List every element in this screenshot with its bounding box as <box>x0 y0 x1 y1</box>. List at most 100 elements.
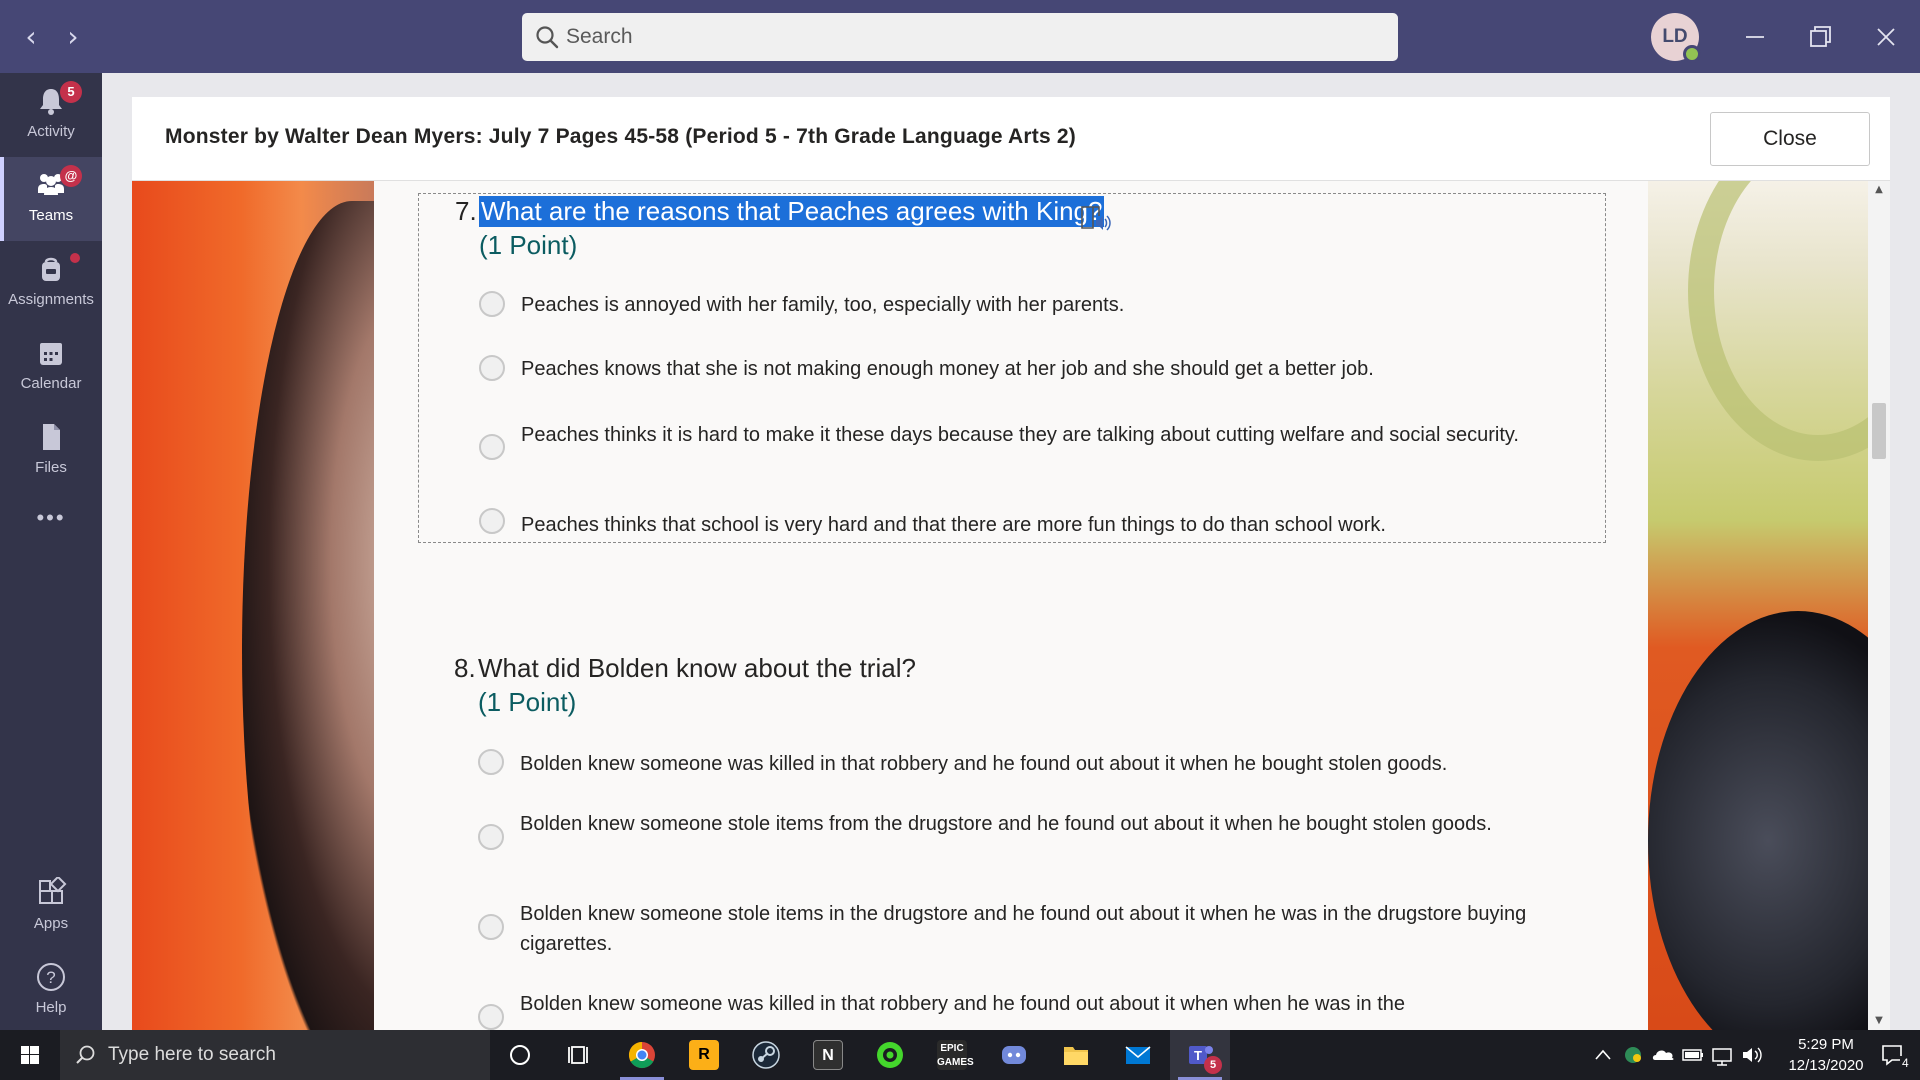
answer-option[interactable]: Bolden knew someone stole items in the d… <box>478 899 1558 959</box>
minimize-icon[interactable] <box>1735 18 1775 56</box>
answer-option[interactable]: Peaches thinks it is hard to make it the… <box>479 420 1559 480</box>
rockstar-app-icon[interactable]: R <box>674 1030 734 1080</box>
apps-icon <box>39 877 67 904</box>
taskbar-search[interactable] <box>60 1030 490 1080</box>
teams-taskbar-badge: 5 <box>1204 1056 1222 1074</box>
rockstar-icon: R <box>689 1040 719 1070</box>
background-art-left <box>132 181 462 1030</box>
scrollbar-thumb[interactable] <box>1872 403 1886 459</box>
answer-text: Peaches knows that she is not making eno… <box>521 358 1374 380</box>
teams-app-icon[interactable]: T 5 <box>1170 1030 1230 1080</box>
answer-text: Bolden knew someone stole items from the… <box>520 813 1492 835</box>
assignments-dot-icon <box>70 253 80 263</box>
rail-item-files[interactable]: Files <box>0 409 102 493</box>
security-icon[interactable] <box>1620 1030 1646 1080</box>
search-input[interactable] <box>566 17 1386 57</box>
answer-text: Bolden knew someone was killed in that r… <box>520 753 1448 775</box>
search-bar[interactable] <box>522 13 1398 61</box>
search-icon <box>536 26 559 49</box>
radio-button[interactable] <box>478 824 504 850</box>
search-icon <box>76 1045 95 1064</box>
back-arrow-icon[interactable]: ‹ <box>14 20 48 54</box>
steam-app-icon[interactable] <box>736 1030 796 1080</box>
scroll-down-icon[interactable]: ▼ <box>1868 1012 1890 1030</box>
restore-icon[interactable] <box>1800 18 1840 56</box>
epic-games-app-icon[interactable]: EPIC GAMES <box>922 1030 982 1080</box>
windows-start-icon[interactable] <box>0 1030 60 1080</box>
form-content[interactable]: 7. What are the reasons that Peaches agr… <box>132 181 1868 1030</box>
epic-games-icon: EPIC GAMES <box>937 1040 974 1070</box>
rail-item-activity[interactable]: 5 Activity <box>0 73 102 157</box>
mail-app-icon[interactable] <box>1108 1030 1168 1080</box>
radio-button[interactable] <box>479 355 505 381</box>
close-window-icon[interactable] <box>1866 18 1906 56</box>
immersive-reader-icon[interactable] <box>1079 202 1113 234</box>
rail-label-help: Help <box>35 999 67 1016</box>
notification-count: 4 <box>1900 1056 1911 1070</box>
scroll-up-icon[interactable]: ▲ <box>1868 181 1890 199</box>
avatar[interactable]: LD <box>1651 13 1701 63</box>
volume-icon[interactable] <box>1740 1030 1766 1080</box>
steam-icon <box>752 1041 780 1069</box>
more-icon: ••• <box>36 505 66 530</box>
razer-app-icon[interactable] <box>860 1030 920 1080</box>
background-art-ring <box>1688 181 1868 461</box>
help-icon: ? <box>37 963 65 991</box>
taskbar-search-input[interactable] <box>108 1040 478 1070</box>
answer-option[interactable]: Bolden knew someone was killed in that r… <box>478 989 1558 1030</box>
notion-app-icon[interactable]: N <box>798 1030 858 1080</box>
chrome-app-icon[interactable] <box>612 1030 672 1080</box>
forward-arrow-icon[interactable]: › <box>56 20 90 54</box>
radio-button[interactable] <box>478 1004 504 1030</box>
answer-text: Peaches thinks that school is very hard … <box>521 514 1386 536</box>
question-text[interactable]: What are the reasons that Peaches agrees… <box>479 196 1105 227</box>
rail-item-teams[interactable]: @ Teams <box>0 157 102 241</box>
radio-button[interactable] <box>478 914 504 940</box>
rail-label-assignments: Assignments <box>8 291 94 308</box>
system-clock[interactable]: 5:29 PM 12/13/2020 <box>1772 1034 1880 1076</box>
answer-option[interactable]: Bolden knew someone stole items from the… <box>478 809 1558 869</box>
answer-text: Peaches is annoyed with her family, too,… <box>521 294 1125 316</box>
close-button[interactable]: Close <box>1710 112 1870 166</box>
notion-icon: N <box>813 1040 843 1070</box>
background-art-right <box>1648 181 1868 1030</box>
rail-item-assignments[interactable]: Assignments <box>0 241 102 325</box>
rail-item-calendar[interactable]: Calendar <box>0 325 102 409</box>
show-hidden-icons-icon[interactable] <box>1590 1030 1616 1080</box>
answer-text: Bolden knew someone stole items in the d… <box>520 903 1527 955</box>
title-bar: ‹ › LD <box>0 0 1920 73</box>
answer-option[interactable]: Peaches thinks that school is very hard … <box>479 508 1559 542</box>
scrollbar[interactable]: ▲ ▼ <box>1868 181 1890 1030</box>
radio-button[interactable] <box>478 749 504 775</box>
answer-option[interactable]: Bolden knew someone was killed in that r… <box>478 749 1558 781</box>
radio-button[interactable] <box>479 291 505 317</box>
question-points: (1 Point) <box>478 687 577 717</box>
answer-text: Peaches thinks it is hard to make it the… <box>521 424 1519 446</box>
action-center-button[interactable]: 4 <box>1870 1030 1920 1080</box>
radio-button[interactable] <box>479 434 505 460</box>
answer-option[interactable]: Peaches knows that she is not making eno… <box>479 354 1559 386</box>
presence-available-icon <box>1683 45 1701 63</box>
rail-item-apps[interactable]: Apps <box>0 865 102 949</box>
rail-item-help[interactable]: ? Help <box>0 949 102 1033</box>
svg-text:T: T <box>1194 1048 1202 1063</box>
onedrive-icon[interactable] <box>1650 1030 1676 1080</box>
question-8: 8. What did Bolden know about the trial?… <box>418 651 1606 1030</box>
discord-app-icon[interactable] <box>984 1030 1044 1080</box>
rail-label-calendar: Calendar <box>20 375 82 392</box>
task-view-icon[interactable] <box>550 1030 610 1080</box>
radio-button[interactable] <box>479 508 505 534</box>
file-explorer-app-icon[interactable] <box>1046 1030 1106 1080</box>
question-number: 8. <box>454 653 476 683</box>
taskbar: R N EPICGAMES <box>0 1030 1920 1080</box>
network-icon[interactable] <box>1710 1030 1736 1080</box>
cortana-icon[interactable] <box>490 1030 550 1080</box>
question-points: (1 Point) <box>479 230 578 260</box>
answer-option[interactable]: Peaches is annoyed with her family, too,… <box>479 290 1559 322</box>
battery-icon[interactable] <box>1680 1030 1706 1080</box>
rail-more-button[interactable]: ••• <box>0 493 102 553</box>
backpack-icon <box>42 257 60 281</box>
razer-icon <box>877 1042 903 1068</box>
folder-icon <box>1064 1047 1088 1065</box>
rail-label-apps: Apps <box>33 915 69 932</box>
